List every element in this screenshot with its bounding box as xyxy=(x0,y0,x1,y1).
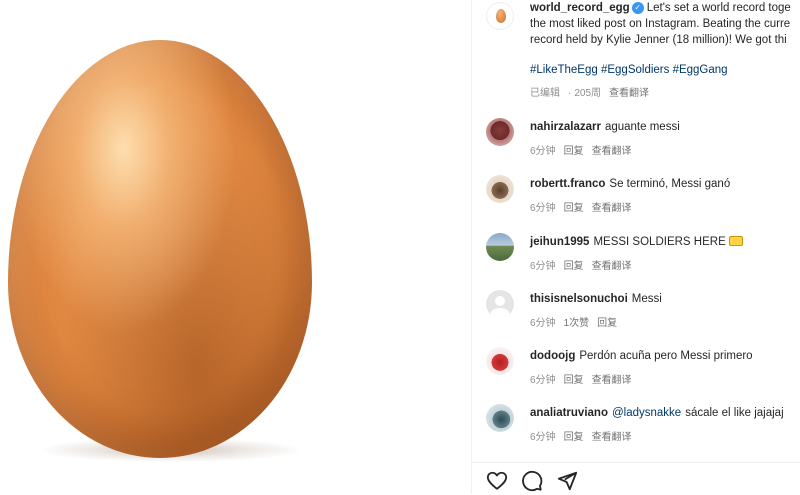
comment-meta: 6分钟 回复 查看翻译 xyxy=(530,199,640,214)
reply-button[interactable]: 回复 xyxy=(564,432,584,443)
caption-first-line: world_record_egg ✓ Let's set a world recor… xyxy=(530,2,791,14)
comment-bubble-icon[interactable] xyxy=(521,470,543,492)
edited-label: 已编辑 xyxy=(530,88,560,99)
reply-button[interactable]: 回复 xyxy=(564,146,584,157)
comment-item: analiatruviano @ladysnakke sácale el like … xyxy=(530,407,784,419)
see-translation-link[interactable]: 查看翻译 xyxy=(609,88,649,99)
comment-time: 6分钟 xyxy=(530,375,556,386)
see-translation-link[interactable]: 查看翻译 xyxy=(592,375,632,386)
comment-body: Messi xyxy=(631,293,662,305)
comment-item: jeihun1995 MESSI SOLDIERS HERE xyxy=(530,236,743,248)
see-translation-link[interactable]: 查看翻译 xyxy=(592,203,632,214)
comment-item: nahirzalazarr aguante messi xyxy=(530,121,680,133)
comment-time: 6分钟 xyxy=(530,146,556,157)
comment-avatar[interactable] xyxy=(486,118,514,146)
comment-item: thisisnelsonuchoi Messi xyxy=(530,293,662,305)
egg-image xyxy=(8,40,312,458)
comment-time: 6分钟 xyxy=(530,432,556,443)
reply-button[interactable]: 回复 xyxy=(564,261,584,272)
verified-badge-icon: ✓ xyxy=(631,2,644,14)
comment-meta: 6分钟 1次赞 回复 xyxy=(530,314,625,329)
comment-time: 6分钟 xyxy=(530,318,556,329)
comment-meta: 6分钟 回复 查看翻译 xyxy=(530,142,640,157)
caption-text-3: record held by Kylie Jenner (18 million)… xyxy=(530,34,787,46)
author-avatar[interactable] xyxy=(486,2,514,30)
comment-meta: 6分钟 回复 查看翻译 xyxy=(530,371,640,386)
comment-body: Perdón acuña pero Messi primero xyxy=(579,350,753,362)
author-username[interactable]: world_record_egg xyxy=(530,2,630,14)
comment-body: sácale el like jajajaj xyxy=(685,407,784,419)
comment-like-count[interactable]: 1次赞 xyxy=(564,318,590,329)
comment-item: robertt.franco Se terminó, Messi ganó xyxy=(530,178,730,190)
post-action-bar xyxy=(472,462,800,495)
comment-meta: 6分钟 回复 查看翻译 xyxy=(530,428,640,443)
comment-item: dodoojg Perdón acuña pero Messi primero xyxy=(530,350,753,362)
post-age: 205周 xyxy=(574,88,602,99)
comment-body: Se terminó, Messi ganó xyxy=(609,178,731,190)
comment-time: 6分钟 xyxy=(530,261,556,272)
comment-meta: 6分钟 回复 查看翻译 xyxy=(530,257,640,272)
reply-button[interactable]: 回复 xyxy=(564,375,584,386)
comment-avatar[interactable] xyxy=(486,290,514,318)
comment-time: 6分钟 xyxy=(530,203,556,214)
comment-body: aguante messi xyxy=(604,121,680,133)
comment-avatar[interactable] xyxy=(486,347,514,375)
comments-panel: world_record_egg ✓ Let's set a world recor… xyxy=(472,0,800,494)
emoji-icon xyxy=(728,236,743,246)
see-translation-link[interactable]: 查看翻译 xyxy=(592,146,632,157)
comment-username[interactable]: jeihun1995 xyxy=(530,236,589,248)
caption-text-1: Let's set a world record toge xyxy=(646,2,791,14)
comment-username[interactable]: robertt.franco xyxy=(530,178,605,190)
caption-text-2: the most liked post on Instagram. Beatin… xyxy=(530,18,791,30)
reply-button[interactable]: 回复 xyxy=(564,203,584,214)
comment-avatar[interactable] xyxy=(486,404,514,432)
caption-meta: 已编辑 · 205周 查看翻译 xyxy=(530,88,650,99)
comment-username[interactable]: nahirzalazarr xyxy=(530,121,601,133)
send-paper-plane-icon[interactable] xyxy=(556,470,578,492)
comment-avatar[interactable] xyxy=(486,233,514,261)
comment-avatar[interactable] xyxy=(486,175,514,203)
comment-username[interactable]: dodoojg xyxy=(530,350,575,362)
comment-username[interactable]: thisisnelsonuchoi xyxy=(530,293,628,305)
comment-username[interactable]: analiatruviano xyxy=(530,407,608,419)
comment-body: MESSI SOLDIERS HERE xyxy=(593,236,726,248)
see-translation-link[interactable]: 查看翻译 xyxy=(592,432,632,443)
comment-mention[interactable]: @ladysnakke xyxy=(612,407,681,419)
heart-icon[interactable] xyxy=(486,470,508,492)
caption-hashtags[interactable]: #LikeTheEgg #EggSoldiers #EggGang xyxy=(530,64,728,76)
post-media[interactable] xyxy=(0,0,471,494)
see-translation-link[interactable]: 查看翻译 xyxy=(592,261,632,272)
reply-button[interactable]: 回复 xyxy=(597,318,617,329)
